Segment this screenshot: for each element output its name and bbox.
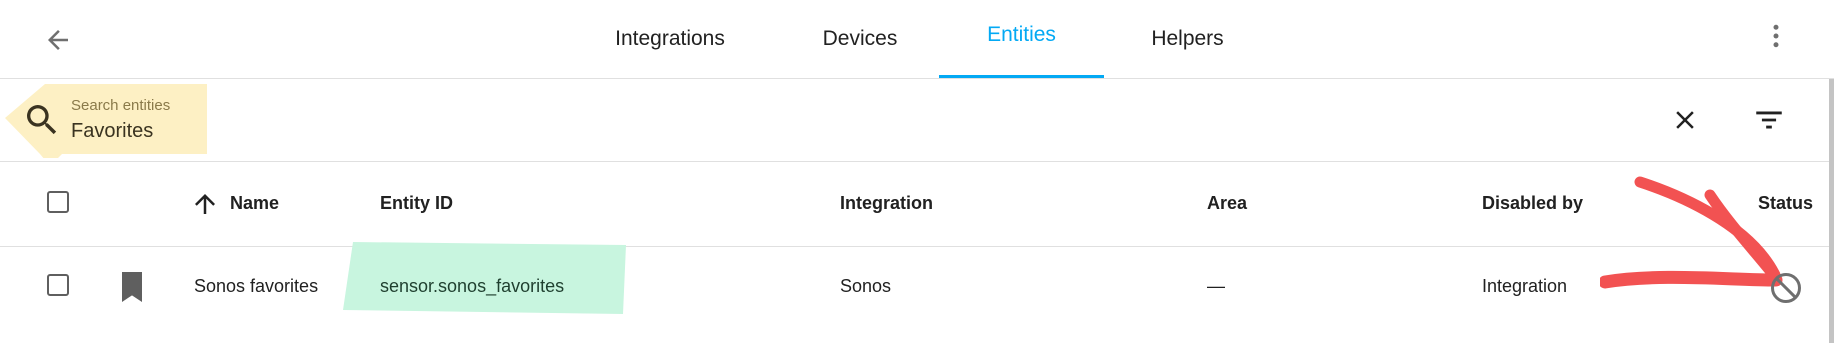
arrow-left-icon bbox=[48, 30, 68, 50]
active-tab-indicator bbox=[939, 75, 1104, 78]
overflow-menu-button[interactable] bbox=[1754, 14, 1798, 58]
tab-entities[interactable]: Entities bbox=[939, 0, 1104, 70]
scrollbar[interactable] bbox=[1829, 79, 1834, 343]
annotation-arrow bbox=[1600, 176, 1783, 289]
row-checkbox[interactable] bbox=[47, 274, 69, 296]
filter-button[interactable] bbox=[1747, 100, 1791, 140]
column-header-name[interactable]: Name bbox=[230, 193, 279, 214]
tab-label: Integrations bbox=[615, 27, 725, 50]
tab-integrations[interactable]: Integrations bbox=[580, 0, 760, 78]
row-name: Sonos favorites bbox=[194, 276, 319, 296]
back-button[interactable] bbox=[36, 18, 80, 62]
cancel-icon bbox=[1768, 270, 1804, 306]
tab-helpers[interactable]: Helpers bbox=[1110, 0, 1265, 78]
column-header-disabled-by[interactable]: Disabled by bbox=[1482, 193, 1583, 214]
search-icon bbox=[22, 100, 62, 140]
clear-search-button[interactable] bbox=[1665, 100, 1705, 140]
search-bar bbox=[0, 79, 1834, 162]
filter-icon bbox=[1756, 111, 1782, 129]
select-all-checkbox[interactable] bbox=[47, 191, 69, 213]
dots-vertical-icon bbox=[1773, 24, 1779, 48]
close-icon bbox=[1676, 111, 1694, 129]
row-entity-id: sensor.sonos_favorites bbox=[380, 276, 565, 296]
row-disabled-by: Integration bbox=[1482, 276, 1568, 296]
column-header-entity-id[interactable]: Entity ID bbox=[380, 193, 453, 214]
column-header-integration[interactable]: Integration bbox=[840, 193, 933, 214]
column-header-area[interactable]: Area bbox=[1207, 193, 1247, 214]
tab-devices[interactable]: Devices bbox=[780, 0, 940, 78]
row-integration: Sonos bbox=[840, 276, 892, 296]
bookmark-icon bbox=[119, 272, 145, 302]
tab-label: Entities bbox=[987, 23, 1056, 46]
arrow-up-icon[interactable] bbox=[190, 189, 220, 219]
tab-label: Helpers bbox=[1151, 27, 1224, 50]
search-input[interactable]: Favorites bbox=[71, 120, 153, 143]
tab-label: Devices bbox=[822, 27, 898, 50]
search-label: Search entities bbox=[71, 97, 171, 114]
row-area: — bbox=[1207, 276, 1225, 296]
